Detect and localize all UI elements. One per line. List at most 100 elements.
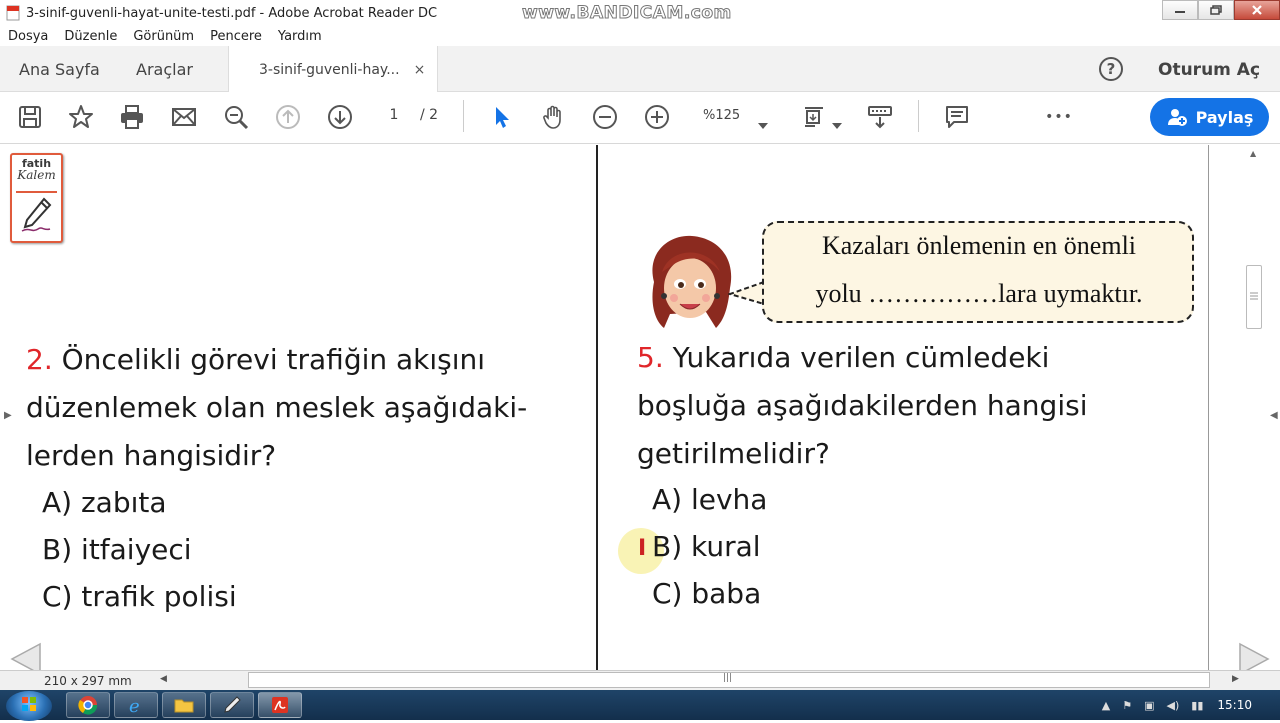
menu-help[interactable]: Yardım xyxy=(278,29,322,44)
question-5-line-3: getirilmelidir? xyxy=(637,437,830,470)
question-2-option-b: B) itfaiyeci xyxy=(42,533,192,566)
close-window-button[interactable] xyxy=(1234,0,1280,20)
question-2-line-1: 2. Öncelikli görevi trafiğin akışını xyxy=(26,336,485,384)
svg-text:e: e xyxy=(129,696,140,715)
zoom-level-value: %125 xyxy=(703,108,741,123)
question-2-number: 2. xyxy=(26,343,53,376)
question-5-line-2: boşluğa aşağıdakilerden hangisi xyxy=(637,389,1088,422)
network-icon[interactable]: ▣ xyxy=(1144,699,1154,712)
email-icon[interactable] xyxy=(170,103,198,131)
keyboard-download-icon[interactable] xyxy=(866,103,894,131)
recording-watermark: www.BANDICAM.com xyxy=(522,3,732,24)
share-label: Paylaş xyxy=(1195,107,1254,127)
toolbar-divider xyxy=(918,100,919,132)
file-explorer-taskbar-icon[interactable] xyxy=(162,692,206,718)
add-user-icon xyxy=(1167,109,1187,126)
scroll-up-icon[interactable]: ▲ xyxy=(1250,149,1256,158)
question-5-number: 5. xyxy=(637,341,664,374)
speech-bubble: Kazaları önlemenin en önemli yolu ……………l… xyxy=(762,221,1194,323)
menu-edit[interactable]: Düzenle xyxy=(64,29,117,44)
save-icon[interactable] xyxy=(16,103,44,131)
scrollbar-thumb[interactable] xyxy=(1246,265,1262,329)
sign-in-link[interactable]: Oturum Aç xyxy=(1158,60,1260,80)
publisher-logo: fatih Kalem xyxy=(10,153,63,243)
previous-page-icon[interactable] xyxy=(274,103,302,131)
question-5-option-a: A) levha xyxy=(652,483,768,516)
page-fit-dropdown-icon[interactable] xyxy=(832,114,842,133)
minimize-button[interactable] xyxy=(1162,0,1198,20)
pdf-file-icon xyxy=(6,5,20,21)
current-page-input[interactable]: 1 xyxy=(378,107,410,123)
action-center-flag-icon[interactable]: ⚑ xyxy=(1122,699,1132,712)
scroll-left-icon[interactable]: ◀ xyxy=(160,674,167,684)
pen-icon xyxy=(16,191,57,237)
zoom-out-icon[interactable] xyxy=(591,103,619,131)
menu-window[interactable]: Pencere xyxy=(210,29,262,44)
internet-explorer-taskbar-icon[interactable]: e xyxy=(114,692,158,718)
help-icon[interactable]: ? xyxy=(1099,57,1123,81)
pen-tool-taskbar-icon[interactable] xyxy=(210,692,254,718)
system-tray: ▲ ⚑ ▣ ◀) ▮▮ 15:10 xyxy=(1090,690,1280,720)
window-controls xyxy=(1162,0,1280,20)
comment-icon[interactable] xyxy=(943,103,971,131)
windows-taskbar: e ▲ ⚑ ▣ ◀) ▮▮ 15:10 xyxy=(0,690,1280,721)
scroll-right-icon[interactable]: ▶ xyxy=(1232,674,1239,684)
tab-document[interactable]: 3-sinif-guvenli-hay... × xyxy=(228,46,438,93)
toolbar-divider xyxy=(463,100,464,132)
zoom-dropdown-chevron-icon[interactable] xyxy=(758,114,768,133)
signal-icon[interactable]: ▮▮ xyxy=(1191,699,1203,712)
text-cursor-icon: I xyxy=(638,536,647,561)
right-panel-toggle-icon[interactable]: ◀ xyxy=(1270,410,1278,421)
logo-bottom-text: Kalem xyxy=(17,168,56,182)
next-page-icon[interactable] xyxy=(326,103,354,131)
window-title: 3-sinif-guvenli-hayat-unite-testi.pdf - … xyxy=(26,5,438,21)
speech-bubble-line-1: Kazaları önlemenin en önemli xyxy=(821,231,1137,260)
question-5-line-1: 5. Yukarıda verilen cümledeki xyxy=(637,334,1049,382)
scrollbar-grip-icon: ||| xyxy=(723,673,733,683)
tray-expand-icon[interactable]: ▲ xyxy=(1102,699,1110,712)
girl-illustration xyxy=(640,232,740,338)
question-2-option-c: C) trafik polisi xyxy=(42,580,237,613)
acrobat-taskbar-icon[interactable] xyxy=(258,692,302,718)
menu-view[interactable]: Görünüm xyxy=(133,29,194,44)
page-fit-icon[interactable] xyxy=(800,103,828,131)
zoom-level-select[interactable]: %125 xyxy=(703,108,740,123)
question-2-line-3: lerden hangisidir? xyxy=(26,439,277,472)
question-2-line-2: düzenlemek olan meslek aşağıdaki- xyxy=(26,391,528,424)
current-page-value: 1 xyxy=(389,107,399,123)
menu-bar: Dosya Düzenle Görünüm Pencere Yardım xyxy=(0,26,1280,46)
zoom-search-icon[interactable] xyxy=(222,103,250,131)
speech-bubble-line-2: yolu ……………lara uymaktır. xyxy=(815,279,1143,308)
tab-document-label: 3-sinif-guvenli-hay... xyxy=(259,61,400,78)
menu-file[interactable]: Dosya xyxy=(8,29,48,44)
question-5-option-b: B) kural xyxy=(652,530,761,563)
volume-icon[interactable]: ◀) xyxy=(1167,699,1180,712)
question-5-text: Yukarıda verilen cümledeki xyxy=(663,341,1050,374)
zoom-in-icon[interactable] xyxy=(643,103,671,131)
start-button[interactable] xyxy=(6,691,52,721)
tab-home[interactable]: Ana Sayfa xyxy=(19,46,100,92)
window-title-bar: 3-sinif-guvenli-hayat-unite-testi.pdf - … xyxy=(0,0,1280,26)
column-divider xyxy=(596,145,598,670)
chrome-taskbar-icon[interactable] xyxy=(66,692,110,718)
tab-bar: Ana Sayfa Araçlar 3-sinif-guvenli-hay...… xyxy=(0,46,1280,93)
share-button[interactable]: Paylaş xyxy=(1150,98,1269,136)
page-total: / 2 xyxy=(420,107,439,123)
bookmark-star-icon[interactable] xyxy=(67,103,95,131)
close-tab-icon[interactable]: × xyxy=(414,62,426,78)
select-cursor-icon[interactable] xyxy=(488,103,516,131)
restore-button[interactable] xyxy=(1198,0,1234,20)
print-icon[interactable] xyxy=(118,103,146,131)
vertical-scrollbar[interactable]: ▲ xyxy=(1244,145,1264,670)
page-edge xyxy=(1208,145,1209,670)
tab-tools[interactable]: Araçlar xyxy=(136,46,193,92)
taskbar-clock[interactable]: 15:10 xyxy=(1217,698,1252,712)
hand-tool-icon[interactable] xyxy=(540,103,568,131)
question-5-option-c: C) baba xyxy=(652,577,762,610)
question-2-option-a: A) zabıta xyxy=(42,486,167,519)
left-panel-toggle-icon[interactable]: ▶ xyxy=(4,410,12,421)
more-tools-icon[interactable]: ••• xyxy=(1045,103,1073,131)
question-2-text: Öncelikli görevi trafiğin akışını xyxy=(52,343,486,376)
horizontal-scrollbar[interactable]: ||| xyxy=(248,672,1210,688)
page-size-label: 210 x 297 mm xyxy=(44,674,132,688)
